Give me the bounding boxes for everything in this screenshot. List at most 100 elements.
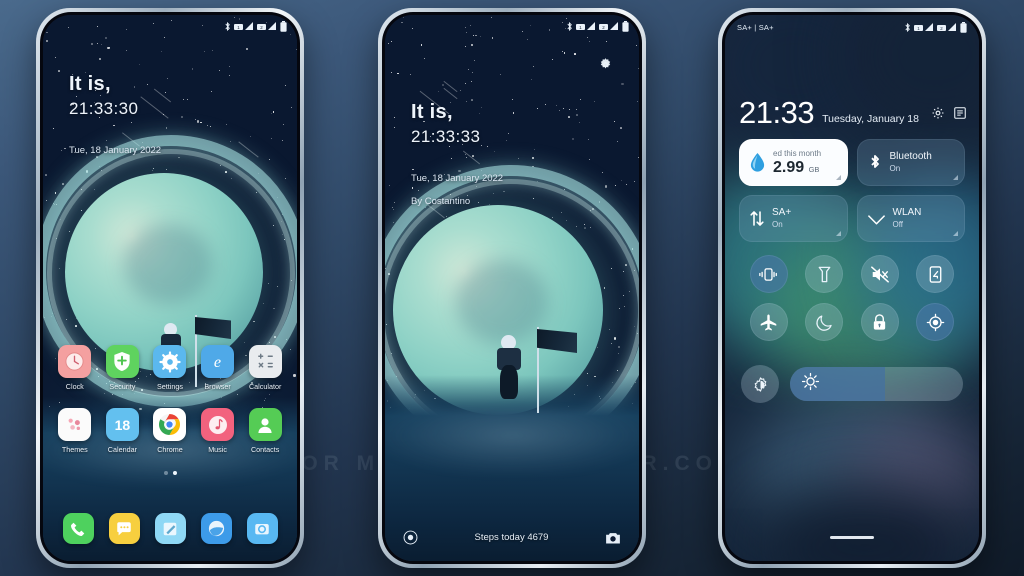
bluetooth-icon: [870, 154, 879, 168]
clock-date: Tuesday, January 18: [822, 113, 919, 125]
flashlight-toggle[interactable]: [805, 255, 844, 293]
app-chrome[interactable]: Chrome: [148, 408, 192, 454]
brightness-slider[interactable]: [790, 367, 963, 401]
screenshot-icon: [929, 265, 942, 283]
tile-expand-corner[interactable]: [835, 175, 841, 180]
clock-date: Tue, 18 January 2022: [411, 173, 504, 184]
calendar-icon: 18: [105, 408, 139, 441]
tile-expand-corner[interactable]: [953, 175, 958, 180]
message-icon[interactable]: [108, 513, 140, 544]
camera-icon[interactable]: [605, 531, 621, 545]
sim1-signal-icon: 1: [914, 22, 934, 32]
list-button[interactable]: [953, 106, 967, 128]
record-circle-icon[interactable]: [403, 530, 418, 545]
battery-icon: [280, 20, 287, 32]
sim-label: SA+ | SA+: [737, 22, 774, 32]
battery-icon: [622, 20, 629, 32]
calendar-day: 18: [114, 416, 131, 433]
clock-time: 21:33: [739, 95, 815, 130]
settings-button[interactable]: [931, 106, 945, 128]
app-calendar[interactable]: 18 Calendar: [100, 408, 144, 454]
camera-icon[interactable]: [246, 513, 278, 544]
bluetooth-tile[interactable]: Bluetooth On: [856, 139, 965, 186]
lockscreen-bottom-bar: Steps today 4679: [385, 530, 639, 545]
brightness-row: [741, 365, 963, 403]
flashlight-icon: [818, 266, 831, 282]
tile-expand-corner[interactable]: [835, 231, 841, 236]
clock-it-is-label: It is,: [411, 101, 453, 123]
app-label: Contacts: [250, 445, 280, 454]
sun-icon: [790, 372, 820, 396]
location-icon: [926, 313, 945, 331]
airplane-toggle[interactable]: [749, 303, 788, 341]
tile-sub: Off: [892, 219, 904, 229]
auto-brightness-toggle[interactable]: [741, 365, 779, 403]
sim2-signal-icon: 2: [257, 21, 277, 31]
status-bar: SA+ | SA+ 1 2: [725, 15, 979, 39]
clock-time: 21:33:30: [69, 99, 139, 118]
lock-icon: [874, 313, 886, 330]
clock-time: 21:33:33: [411, 127, 481, 146]
screenshot-toggle[interactable]: [916, 255, 955, 293]
tile-label: WLAN: [892, 207, 922, 219]
mute-toggle[interactable]: [860, 255, 899, 293]
tile-value: 2.99: [773, 158, 805, 176]
status-bar: 1 2: [385, 15, 639, 37]
clock-icon: [58, 345, 92, 378]
browser-icon[interactable]: [200, 513, 232, 544]
app-themes[interactable]: Themes: [53, 408, 97, 454]
sim2-signal-icon: 2: [599, 21, 619, 31]
svg-text:e: e: [214, 353, 221, 371]
app-security[interactable]: Security: [100, 345, 144, 391]
tile-unit: GB: [808, 164, 820, 174]
app-music[interactable]: Music: [196, 408, 240, 454]
app-label: Calendar: [107, 445, 137, 454]
lock-screen-display: 1 2 It is, 21:33:33 Tue, 18 January 2022…: [385, 15, 639, 561]
tile-label: ed this month: [773, 148, 822, 158]
data-arrows-icon: [750, 211, 764, 226]
phone-home-screen: 1 2 It is, 21:33:30 Tue, 18 January 2022: [36, 8, 304, 568]
page-dot[interactable]: [163, 471, 168, 475]
data-usage-tile[interactable]: ed this month 2.99 GB: [739, 139, 848, 186]
app-label: Chrome: [157, 445, 183, 454]
tile-label: SA+: [772, 207, 792, 219]
clock-widget[interactable]: It is, 21:33:30 Tue, 18 January 2022: [69, 73, 161, 156]
wlan-tile[interactable]: WLAN Off: [856, 195, 965, 242]
app-clock[interactable]: Clock: [53, 345, 97, 391]
app-browser[interactable]: e Browser: [196, 345, 240, 391]
vibrate-icon: [759, 267, 778, 281]
app-contacts[interactable]: Contacts: [243, 408, 287, 454]
moon-icon: [816, 314, 832, 331]
status-bar: 1 2: [43, 15, 297, 37]
themes-icon: [58, 408, 92, 441]
app-settings[interactable]: Settings: [148, 345, 192, 391]
mobile-data-tile[interactable]: SA+ On: [739, 195, 848, 242]
page-dot-active[interactable]: [172, 471, 177, 475]
clock-widget[interactable]: It is, 21:33:33 Tue, 18 January 2022 By …: [411, 101, 503, 207]
app-label: Themes: [61, 445, 88, 454]
calculator-icon: [248, 345, 282, 378]
dnd-toggle[interactable]: [805, 303, 844, 341]
auto-brightness-icon: [754, 376, 766, 392]
bluetooth-icon: [905, 22, 910, 32]
location-toggle[interactable]: [916, 303, 955, 341]
lockscreen-settings-button[interactable]: [598, 57, 613, 77]
chrome-icon: [153, 408, 187, 441]
wifi-icon: [867, 215, 885, 225]
wallpaper-astronaut: [495, 335, 523, 399]
phone-icon[interactable]: [62, 513, 94, 544]
vibrate-toggle[interactable]: [749, 255, 788, 293]
control-center-header: 21:33 Tuesday, January 18: [739, 97, 967, 128]
browser-icon: e: [201, 345, 235, 378]
drag-handle[interactable]: [830, 535, 874, 539]
status-icons: 1 2: [904, 21, 967, 33]
airplane-icon: [760, 314, 777, 330]
tile-expand-corner[interactable]: [953, 231, 958, 236]
battery-icon: [960, 21, 967, 33]
rotation-lock-toggle[interactable]: [860, 303, 899, 341]
app-calculator[interactable]: Calculator: [243, 345, 287, 391]
tile-sub: On: [889, 163, 901, 173]
notes-icon[interactable]: [154, 513, 186, 544]
page-indicator: [43, 471, 297, 475]
dock: [43, 513, 297, 544]
